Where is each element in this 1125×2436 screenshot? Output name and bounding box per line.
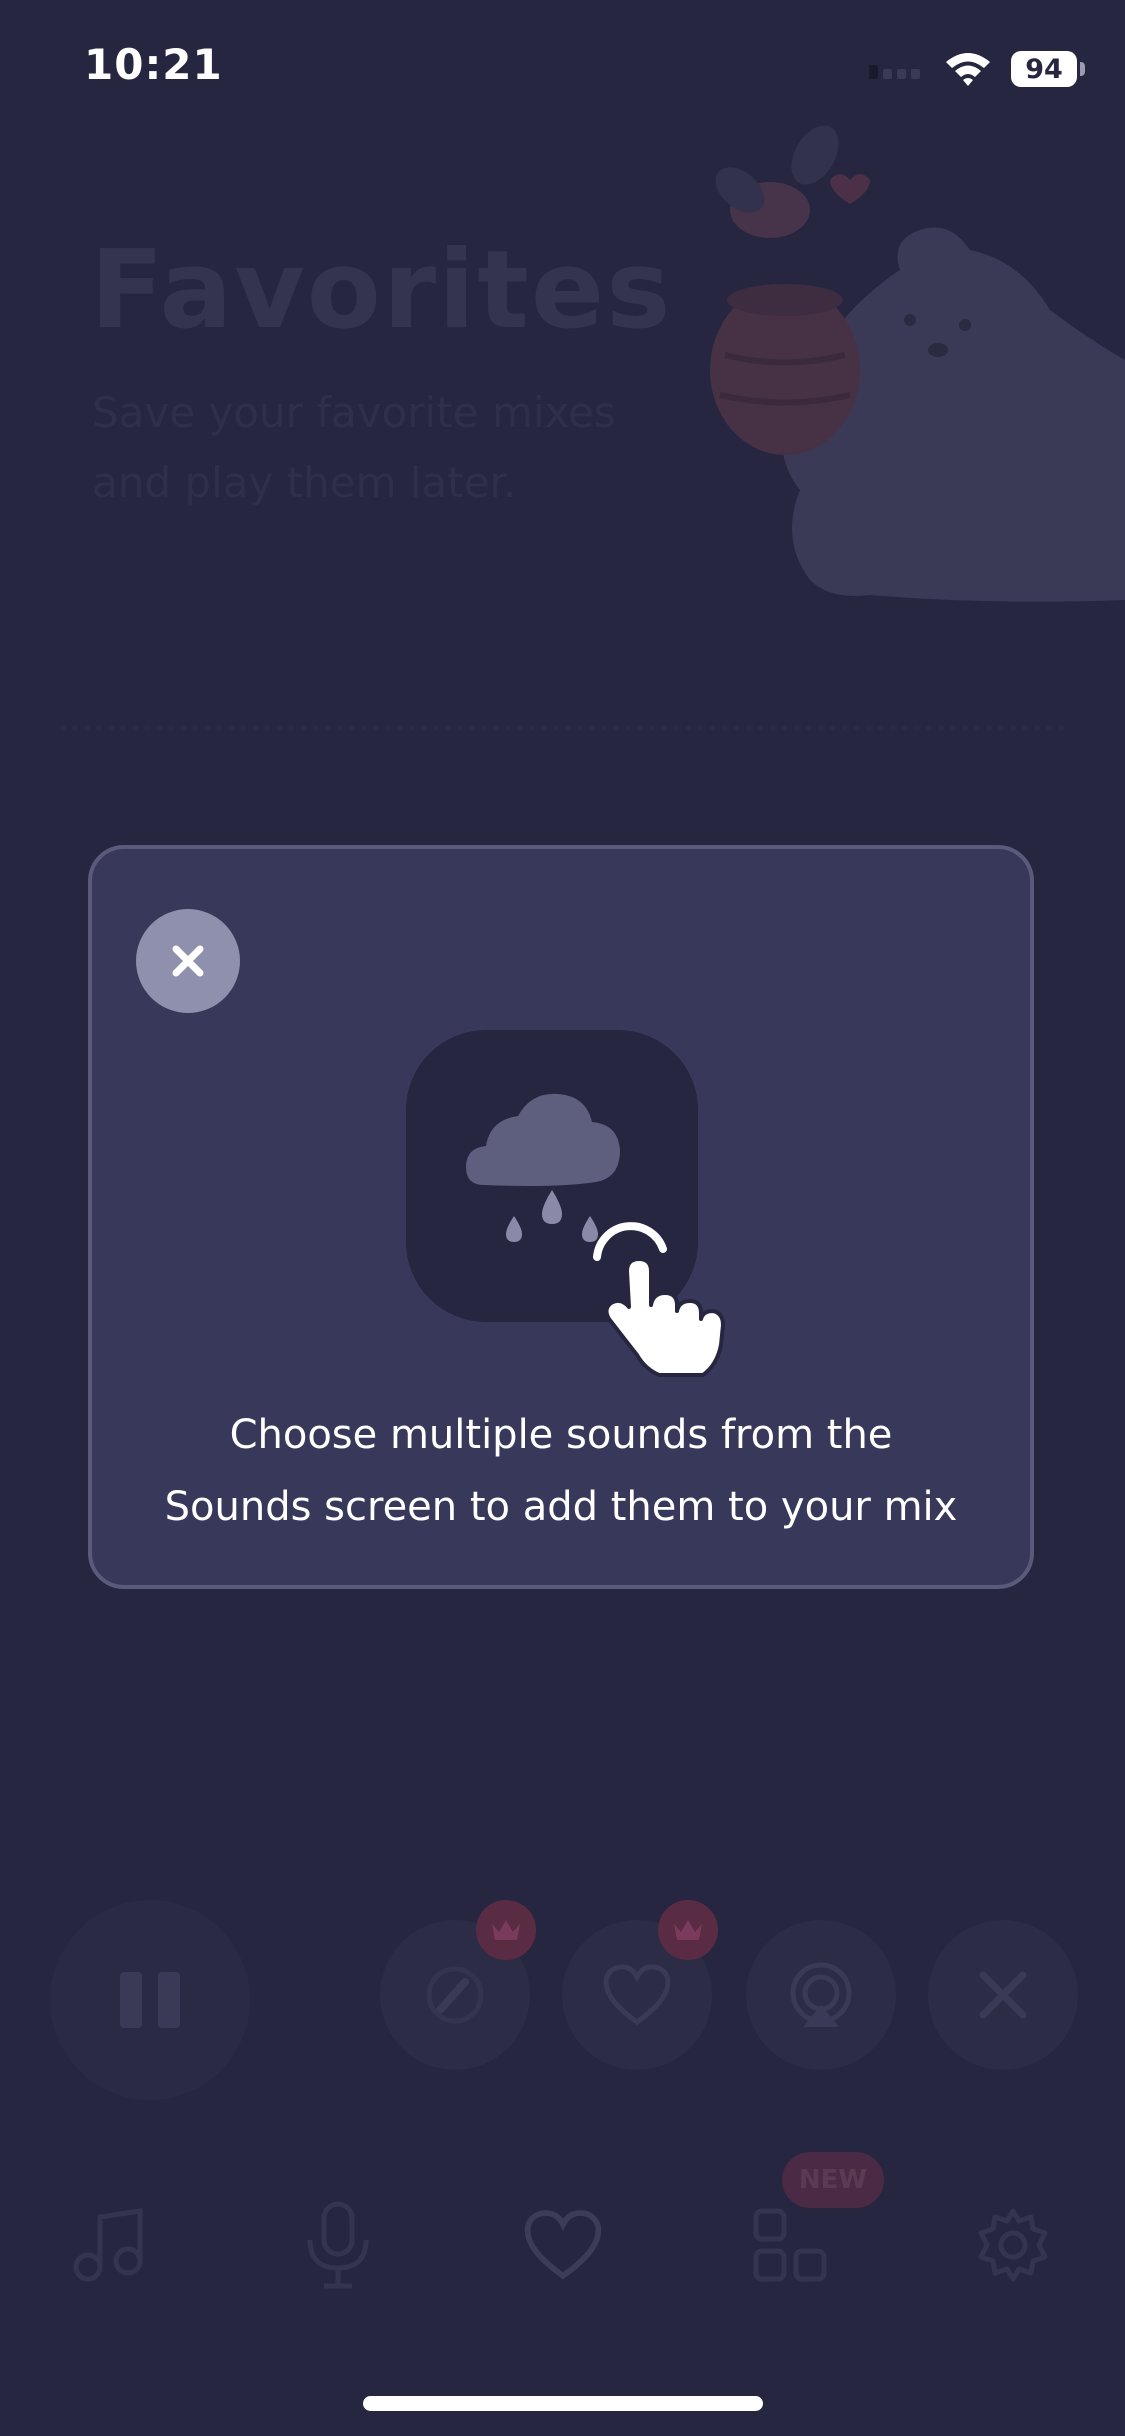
premium-crown-badge xyxy=(658,1900,718,1960)
tab-bar xyxy=(0,2150,1125,2310)
premium-crown-badge xyxy=(476,1900,536,1960)
subtitle-line-2: and play them later. xyxy=(92,458,517,507)
tip-modal: Choose multiple sounds from the Sounds s… xyxy=(88,845,1034,1589)
tab-record xyxy=(283,2190,393,2300)
subtitle-line-1: Save your favorite mixes xyxy=(92,388,616,437)
tip-message-line-1: Choose multiple sounds from the xyxy=(229,1412,893,1458)
tap-hand-icon xyxy=(593,1222,725,1377)
timer-button xyxy=(380,1900,536,2070)
heart-icon xyxy=(603,1964,671,2026)
close-button[interactable] xyxy=(136,909,240,1013)
pause-icon xyxy=(120,1972,180,2028)
timer-icon xyxy=(426,1966,484,2024)
close-icon xyxy=(979,1971,1027,2019)
new-badge: NEW xyxy=(782,2152,884,2208)
tab-favorites xyxy=(508,2190,618,2300)
music-note-icon xyxy=(73,2208,143,2282)
airplay-icon xyxy=(790,1962,852,2027)
grid-icon xyxy=(753,2208,827,2282)
pause-button xyxy=(50,1900,250,2100)
microphone-icon xyxy=(307,2201,369,2289)
gear-icon xyxy=(978,2208,1048,2282)
favorite-mix-button xyxy=(562,1900,718,2070)
heart-icon xyxy=(524,2210,602,2280)
page-subtitle: Save your favorite mixes and play them l… xyxy=(92,378,652,518)
tab-settings xyxy=(958,2190,1068,2300)
page-title: Favorites xyxy=(90,228,673,353)
bear-honey-illustration xyxy=(690,110,1125,610)
dimmed-divider xyxy=(60,725,1065,731)
crown-icon xyxy=(492,1920,520,1940)
close-icon xyxy=(172,945,204,977)
home-indicator[interactable] xyxy=(363,2396,763,2411)
player-controls xyxy=(0,1860,1125,2160)
tip-message: Choose multiple sounds from the Sounds s… xyxy=(92,1399,1030,1543)
crown-icon xyxy=(674,1920,702,1940)
tab-sounds xyxy=(55,2190,165,2300)
airplay-button xyxy=(746,1920,896,2070)
clear-mix-button xyxy=(928,1920,1078,2070)
tip-message-line-2: Sounds screen to add them to your mix xyxy=(164,1484,958,1530)
